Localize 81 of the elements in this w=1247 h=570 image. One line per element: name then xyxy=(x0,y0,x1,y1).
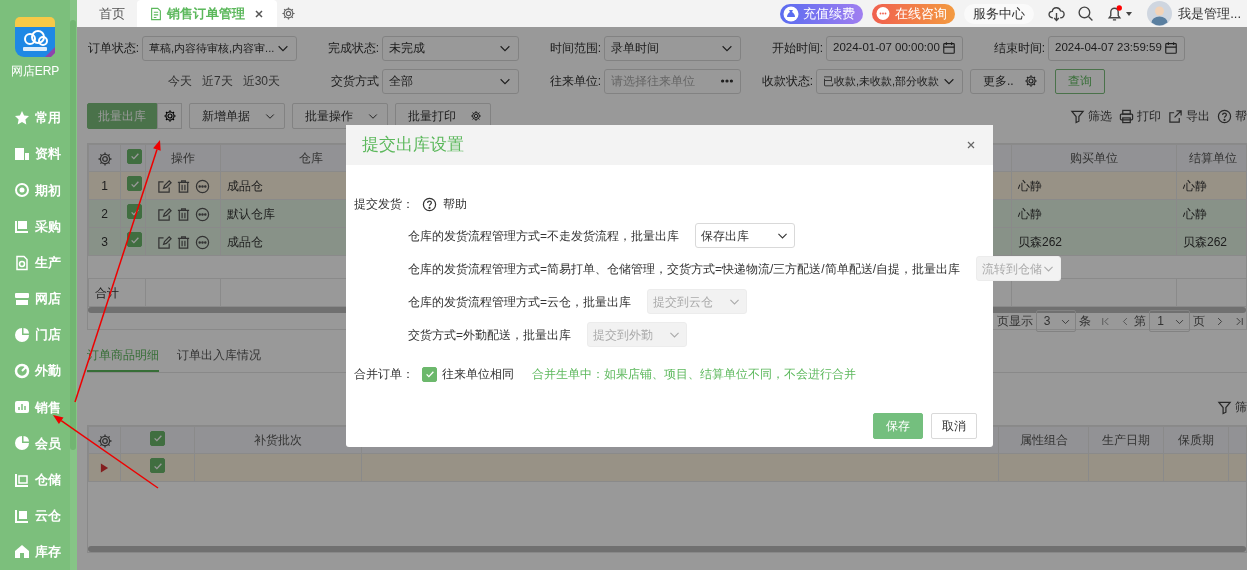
select-field[interactable]: 全部 xyxy=(382,68,519,94)
filter-label: 交货方式 xyxy=(330,73,380,90)
rule-label: 交货方式=外勤配送，批量出库 xyxy=(408,326,571,344)
date-shortcut-link[interactable]: 今天 xyxy=(168,72,192,90)
table-cell: 贝森262 xyxy=(1011,227,1177,256)
hint-text: 合并生单中：如果店铺、项目、结算单位不同，不会进行合并 xyxy=(532,366,856,383)
sidebar-item[interactable]: 采购 xyxy=(0,208,70,245)
sidebar-item[interactable]: 会员 xyxy=(0,425,70,462)
rule-label: 仓库的发货流程管理方式=简易打单、仓储管理，交货方式=快递物流/三方配送/简单配送/自提，批量出库 xyxy=(408,260,961,278)
select-field[interactable]: 已收款,未收款,部分收款 xyxy=(816,68,963,94)
row-number: 2 xyxy=(88,199,121,228)
rule-label: 仓库的发货流程管理方式=不走发货流程，批量出库 xyxy=(408,227,679,245)
sidebar-item[interactable]: 云仓 xyxy=(0,497,70,534)
page-unit: 页 xyxy=(1193,313,1205,330)
sidebar-item[interactable]: 资料 xyxy=(0,136,70,173)
date-shortcut-link[interactable]: 近30天 xyxy=(242,72,281,90)
sidebar-item[interactable]: 库存 xyxy=(0,533,70,570)
sidebar-item[interactable]: 网店 xyxy=(0,280,70,317)
sidebar-item[interactable]: 期初 xyxy=(0,172,70,209)
search-button[interactable]: 查询 xyxy=(1054,68,1105,94)
select-field[interactable]: 录单时间 xyxy=(604,35,741,61)
toolbar-link[interactable]: 筛 xyxy=(1217,397,1247,417)
sidebar-item[interactable]: 生产 xyxy=(0,244,70,281)
row-number: 3 xyxy=(88,227,121,256)
column-header[interactable]: 结算单位 xyxy=(1176,144,1246,172)
dropdown-button[interactable]: 新增单据 xyxy=(189,103,285,129)
column-header[interactable]: 补货批次 xyxy=(194,426,362,454)
toolbar-link[interactable]: 筛选 xyxy=(1070,107,1112,125)
online-chat-button[interactable]: 在线咨询 xyxy=(872,3,956,24)
column-header[interactable]: 属性组合 xyxy=(998,426,1089,454)
section-label: 合并订单： xyxy=(354,366,414,383)
table-cell: 心静 xyxy=(1176,171,1246,200)
page-size-unit: 条 xyxy=(1079,313,1092,330)
filter-label: 收款状态: xyxy=(760,73,814,90)
toolbar-link[interactable]: 导出 xyxy=(1168,107,1210,125)
filter-label: 结束时间: xyxy=(992,40,1046,57)
toolbar-link[interactable]: 打印 xyxy=(1119,107,1161,125)
date-shortcut-link[interactable]: 近7天 xyxy=(202,72,233,90)
select-field[interactable]: 未完成 xyxy=(382,35,519,61)
table-cell: 心静 xyxy=(1176,199,1246,228)
help-link[interactable]: 帮助 xyxy=(422,195,467,213)
page-tab[interactable]: 首页 xyxy=(87,0,137,27)
sidebar-item[interactable]: 销售 xyxy=(0,389,70,426)
section-tab[interactable]: 订单出入库情况 xyxy=(177,342,261,372)
app-name: 网店ERP xyxy=(10,63,60,80)
dropdown-button[interactable]: 批量操作 xyxy=(292,103,388,129)
merge-checkbox[interactable]: 往来单位相同 xyxy=(422,365,514,383)
toolbar-link[interactable]: 帮 xyxy=(1217,107,1247,125)
date-field[interactable]: 2024-01-07 00:00:00 xyxy=(826,35,963,61)
filter-label: 订单状态: xyxy=(86,40,140,57)
sidebar-item[interactable]: 常用 xyxy=(0,100,70,137)
service-center-button[interactable]: 服务中心 xyxy=(964,3,1035,24)
recharge-button[interactable]: 充值续费 xyxy=(780,3,864,24)
save-button[interactable]: 保存 xyxy=(873,413,923,439)
date-field[interactable]: 2024-04-07 23:59:59 xyxy=(1048,35,1185,61)
user-name[interactable]: 我是管理... xyxy=(1178,3,1241,24)
filter-label: 往来单位: xyxy=(548,73,602,90)
filter-label: 时间范围: xyxy=(548,40,602,57)
more-filters-button[interactable]: 更多.. xyxy=(970,68,1045,94)
page-tab[interactable]: 销售订单管理 xyxy=(137,0,277,27)
column-header[interactable]: 保质期 xyxy=(1163,426,1229,454)
filter-label: 完成状态: xyxy=(326,40,380,57)
table-cell: 心静 xyxy=(1011,171,1177,200)
cancel-button[interactable]: 取消 xyxy=(931,413,977,439)
page-select[interactable]: 1 xyxy=(1149,310,1190,332)
page-size-select[interactable]: 3 xyxy=(1035,310,1077,332)
select-field[interactable]: 草稿,内容待审核,内容审... xyxy=(142,35,297,61)
table-cell: 贝森262 xyxy=(1176,227,1246,256)
page-label: 第 xyxy=(1134,313,1147,330)
row-number: 1 xyxy=(88,171,121,200)
column-header[interactable]: 购买单位 xyxy=(1011,144,1177,172)
table-cell: 心静 xyxy=(1011,199,1177,228)
select-field[interactable]: 保存出库 xyxy=(695,223,795,248)
sidebar-item[interactable]: 外勤 xyxy=(0,353,70,390)
column-header[interactable]: 生产日期 xyxy=(1088,426,1164,454)
page-size-label: 页显示 xyxy=(996,313,1033,330)
rule-label: 仓库的发货流程管理方式=云仓，批量出库 xyxy=(408,293,631,311)
filter-label: 开始时间: xyxy=(770,40,824,57)
sidebar-item[interactable]: 门店 xyxy=(0,316,70,354)
column-header[interactable]: 操作 xyxy=(145,144,221,172)
sidebar-item[interactable]: 仓储 xyxy=(0,461,70,498)
